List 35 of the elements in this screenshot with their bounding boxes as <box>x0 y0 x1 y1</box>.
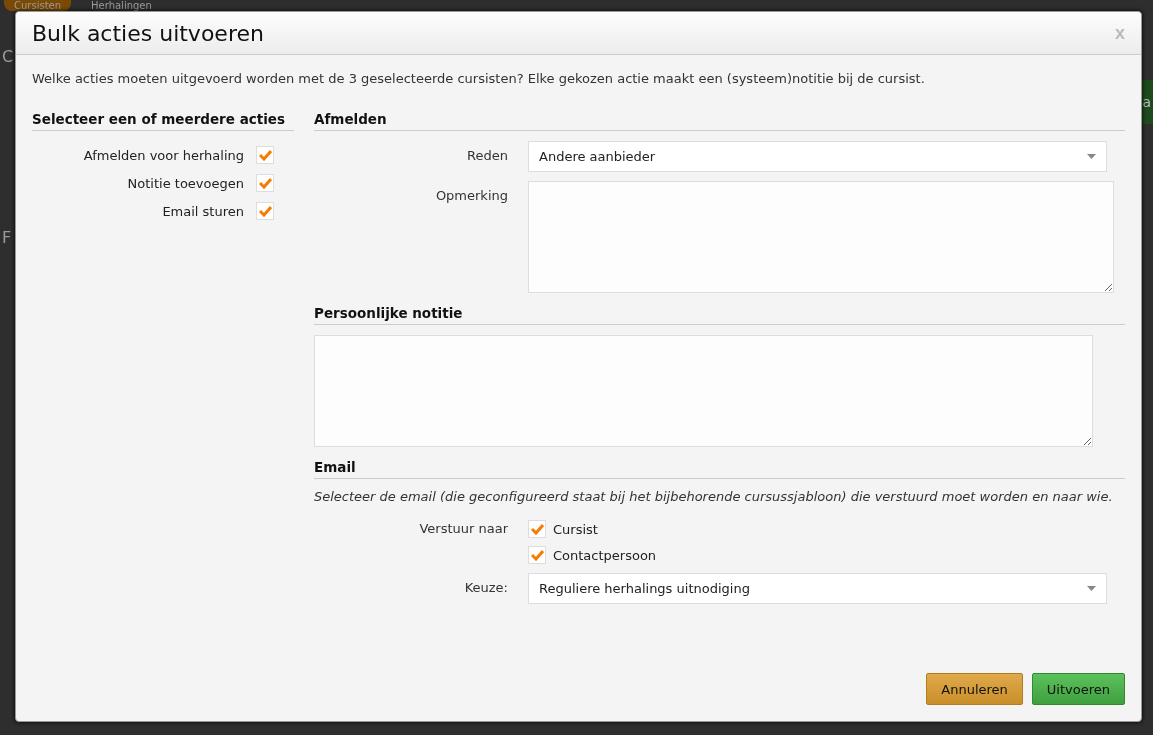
field-label: Opmerking <box>434 187 508 205</box>
field-label: Keuze: <box>463 579 508 597</box>
checkmark-icon <box>258 205 272 217</box>
checkbox[interactable] <box>528 546 546 564</box>
checkbox[interactable] <box>256 202 274 220</box>
checkmark-icon <box>258 149 272 161</box>
email-hint: Selecteer de email (die geconfigureerd staat bij het bijbehorende cursussjabloon) die verstuurd moet worden en naar wie. <box>314 489 1114 504</box>
caret-icon <box>1087 154 1096 159</box>
dialog-title: Bulk acties uitvoeren <box>32 20 264 46</box>
section-heading: Selecteer een of meerdere acties <box>32 111 294 131</box>
confirm-button[interactable]: Uitvoeren <box>1031 673 1125 705</box>
checkbox[interactable] <box>528 520 546 538</box>
checkmark-icon <box>258 177 272 189</box>
field-label: Verstuur naar <box>418 520 508 538</box>
action-label: Notitie toevoegen <box>127 175 244 191</box>
action-label: Afmelden voor herhaling <box>83 147 244 163</box>
option-label: Contactpersoon <box>553 547 657 563</box>
option-label: Cursist <box>553 521 598 537</box>
background-tab[interactable]: Herhalingen <box>81 0 162 11</box>
checkmark-icon <box>530 523 544 535</box>
checkbox[interactable] <box>256 174 274 192</box>
checkbox[interactable] <box>256 146 274 164</box>
section-heading: Afmelden <box>314 111 1125 131</box>
reason-select[interactable]: Andere aanbieder <box>528 141 1107 172</box>
checkmark-icon <box>530 549 544 561</box>
section-heading: Persoonlijke notitie <box>314 305 1125 325</box>
background-text: F <box>1 228 12 247</box>
background-text: C <box>1 47 14 66</box>
intro-text: Welke acties moeten uitgevoerd worden met de 3 geselecteerde cursisten? Elke gekozen actie maakt een (systeem)notitie bij de cursist. <box>32 71 926 86</box>
section-heading: Email <box>314 459 1125 479</box>
caret-icon <box>1087 586 1096 591</box>
email-select[interactable]: Reguliere herhalings uitnodiging <box>528 573 1107 604</box>
action-label: Email sturen <box>162 203 244 219</box>
cancel-button[interactable]: Annuleren <box>926 673 1023 705</box>
field-label: Reden <box>466 147 508 165</box>
